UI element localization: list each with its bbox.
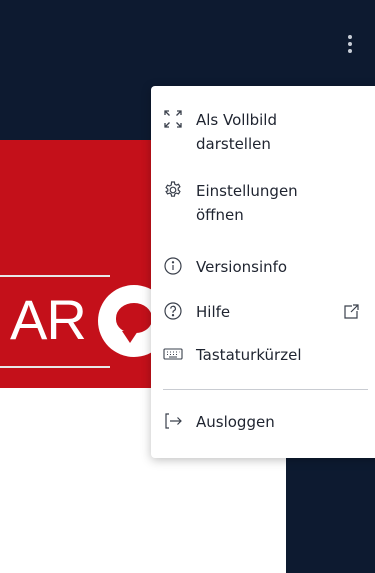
- overflow-menu: Als Vollbild darstellen Einstellungen öffn…: [151, 86, 375, 458]
- menu-item-logout-label: Ausloggen: [196, 413, 275, 431]
- menu-item-settings[interactable]: Einstellungen öffnen: [151, 179, 375, 227]
- question-circle-icon: [162, 300, 184, 322]
- menu-divider: [163, 389, 368, 390]
- menu-item-shortcuts[interactable]: Tastaturkürzel: [151, 343, 375, 367]
- menu-item-help[interactable]: Hilfe: [151, 300, 375, 324]
- banner-letters: AR: [10, 288, 87, 351]
- expand-arrows-icon: [162, 108, 184, 130]
- more-vertical-icon[interactable]: [341, 26, 359, 62]
- keyboard-icon: [162, 343, 184, 365]
- external-link-icon: [340, 301, 362, 323]
- gear-icon: [162, 179, 184, 201]
- logo-banner: AR: [0, 140, 160, 388]
- logout-arrow-icon: [162, 410, 184, 432]
- menu-item-fullscreen[interactable]: Als Vollbild darstellen: [151, 108, 375, 156]
- info-circle-icon: [162, 255, 184, 277]
- menu-item-logout[interactable]: Ausloggen: [151, 410, 375, 434]
- menu-item-help-label: Hilfe: [196, 303, 231, 321]
- banner-rule-bottom: [0, 366, 110, 368]
- banner-rule-top: [0, 275, 110, 277]
- menu-item-shortcuts-label: Tastaturkürzel: [196, 346, 302, 364]
- menu-item-version-label: Versionsinfo: [196, 258, 288, 276]
- menu-item-settings-label: Einstellungen öffnen: [196, 182, 298, 224]
- menu-item-version[interactable]: Versionsinfo: [151, 255, 375, 279]
- menu-item-fullscreen-label: Als Vollbild darstellen: [196, 111, 277, 153]
